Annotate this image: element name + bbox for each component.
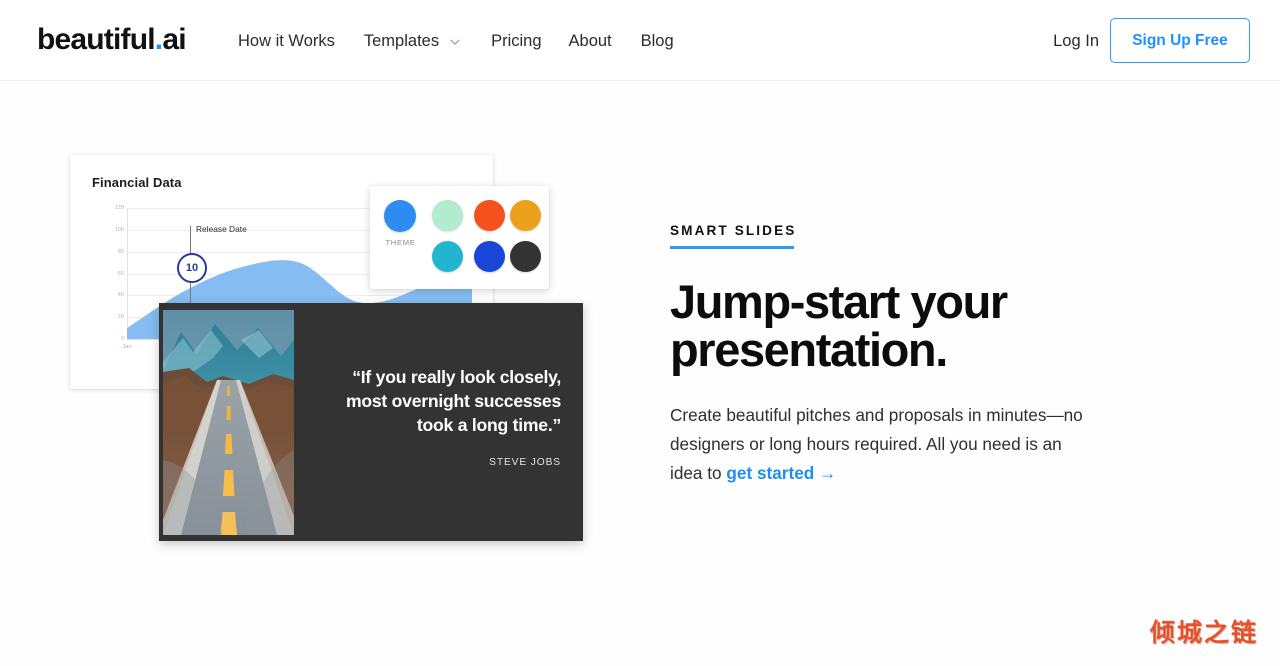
- nav-item-pricing[interactable]: Pricing: [491, 29, 541, 53]
- logo-suffix: ai: [162, 23, 186, 56]
- mountain-road-photo: [163, 310, 294, 535]
- sign-up-free-button[interactable]: Sign Up Free: [1110, 18, 1250, 63]
- theme-selected-swatch[interactable]: [384, 200, 416, 232]
- nav-item-templates[interactable]: Templates: [364, 29, 439, 53]
- nav-item-how-it-works[interactable]: How it Works: [238, 29, 335, 53]
- site-logo[interactable]: beautiful.ai: [37, 22, 187, 58]
- color-swatch-orange-red[interactable]: [474, 200, 505, 231]
- page-title: Jump-start your presentation.: [670, 278, 1110, 374]
- y-axis-tick: 0: [120, 336, 124, 342]
- hero-description: Create beautiful pitches and proposals i…: [670, 401, 1095, 488]
- eyebrow-rule: [670, 246, 794, 249]
- y-axis-tick: 80: [117, 248, 124, 255]
- watermark: 倾城之链: [1149, 618, 1258, 647]
- y-axis-tick: 100: [114, 226, 124, 233]
- color-swatch-amber[interactable]: [510, 200, 541, 231]
- logo-name: beautiful: [37, 23, 156, 56]
- nav-item-blog[interactable]: Blog: [641, 29, 674, 53]
- quote-slide-card[interactable]: “If you really look closely, most overni…: [159, 303, 583, 541]
- get-started-link[interactable]: get started →: [726, 463, 836, 483]
- quote-body: “If you really look closely, most overni…: [307, 365, 561, 468]
- login-link[interactable]: Log In: [1053, 30, 1099, 52]
- y-axis-tick: 20: [117, 314, 124, 321]
- quote-author: STEVE JOBS: [489, 457, 561, 468]
- eyebrow-label: SMART SLIDES: [670, 223, 797, 238]
- headline-line-2: presentation.: [670, 323, 948, 376]
- y-axis-labels: 0 20 40 60 80 100 120: [100, 205, 124, 342]
- headline-line-1: Jump-start your: [670, 275, 1008, 328]
- color-swatch-charcoal[interactable]: [510, 241, 541, 272]
- release-date-label: Release Date: [196, 224, 247, 234]
- hero-visual: Financial Data 0 20 40 60 80 100 120 Release D…: [0, 81, 640, 666]
- color-swatch-royal-blue[interactable]: [474, 241, 505, 272]
- quote-text: “If you really look closely, most overni…: [346, 367, 561, 435]
- theme-picker-panel[interactable]: THEME: [370, 186, 549, 289]
- y-axis-tick: 120: [114, 205, 124, 211]
- hero-copy: SMART SLIDES Jump-start your presentatio…: [670, 222, 1110, 488]
- landing-page: beautiful.ai How it Works Templates Pric…: [0, 0, 1280, 666]
- primary-nav: How it Works Templates Pricing About Blo…: [238, 29, 674, 53]
- chevron-down-icon[interactable]: [449, 36, 461, 48]
- chart-title: Financial Data: [92, 175, 182, 190]
- x-axis-tick: Jan: [122, 344, 132, 350]
- color-swatch-mint[interactable]: [432, 200, 463, 231]
- y-axis-tick: 40: [117, 292, 124, 299]
- theme-picker-label: THEME: [385, 238, 416, 247]
- y-axis-tick: 60: [117, 270, 124, 277]
- color-swatch-cyan[interactable]: [432, 241, 463, 272]
- nav-item-about[interactable]: About: [569, 29, 612, 53]
- data-point-badge[interactable]: 10: [177, 253, 207, 283]
- site-header: beautiful.ai How it Works Templates Pric…: [0, 0, 1280, 81]
